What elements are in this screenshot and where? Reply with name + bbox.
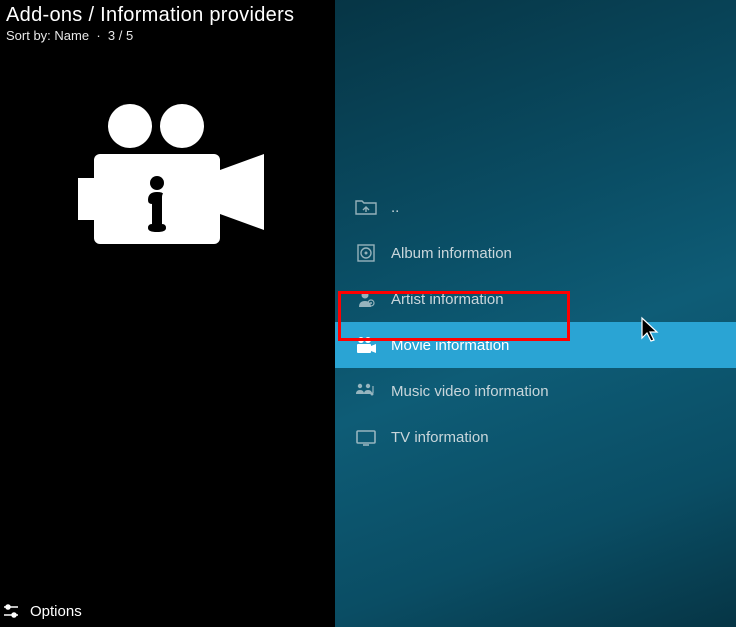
list-item[interactable]: Album information [335,230,736,276]
list-item-label: Movie information [391,337,509,354]
list-item-label: Artist information [391,291,504,308]
right-panel: .. Album information Artist information Mov… [335,0,736,627]
music-video-icon [355,380,377,402]
list-item[interactable]: Movie information [335,322,736,368]
album-icon [355,242,377,264]
sort-label: Sort by: Name [6,28,89,43]
separator: · [93,28,108,43]
category-movie-info-icon [68,100,268,260]
list-item[interactable]: Artist information [335,276,736,322]
list-item[interactable]: .. [335,184,736,230]
artist-icon [355,288,377,310]
page-title: Add-ons / Information providers [6,4,294,27]
tv-icon [355,426,377,448]
left-panel [0,0,335,627]
sliders-icon [2,602,20,620]
list-item[interactable]: Music video information [335,368,736,414]
page-header: Add-ons / Information providers Sort by:… [6,4,294,43]
list-item[interactable]: TV information [335,414,736,460]
options-button[interactable]: Options [2,602,82,620]
options-label: Options [30,603,82,620]
page-subtitle: Sort by: Name · 3 / 5 [6,28,294,43]
list-item-label: .. [391,199,399,216]
folder-up-icon [355,196,377,218]
list-item-label: Music video information [391,383,549,400]
position-indicator: 3 / 5 [108,28,133,43]
addon-category-list: .. Album information Artist information Mov… [335,184,736,460]
list-item-label: Album information [391,245,512,262]
list-item-label: TV information [391,429,489,446]
movie-icon [355,334,377,356]
